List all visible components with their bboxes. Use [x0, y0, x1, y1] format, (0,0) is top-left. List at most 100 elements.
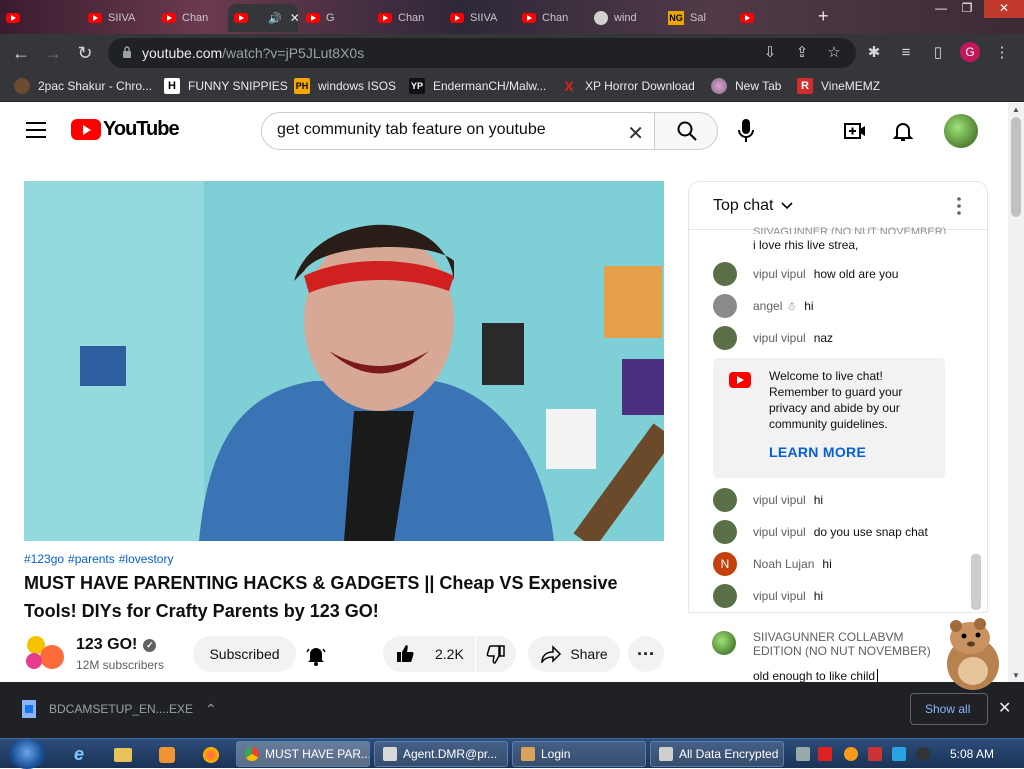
browser-tab[interactable]: wind	[588, 4, 660, 32]
thumbs-down-icon	[486, 645, 505, 664]
search-input[interactable]	[277, 121, 617, 139]
tray-search-icon[interactable]	[844, 747, 858, 761]
chat-options-icon[interactable]	[957, 196, 961, 216]
chat-message: vipul vipul naz	[713, 326, 833, 350]
browser-tab[interactable]: Chan	[372, 4, 444, 32]
chat-message-input[interactable]: old enough to like child	[753, 669, 879, 683]
notifications-bell-icon[interactable]	[891, 119, 915, 143]
subscribed-button[interactable]: Subscribed	[193, 636, 296, 672]
browser-tab[interactable]: Chan	[516, 4, 588, 32]
chevron-down-icon[interactable]	[781, 199, 793, 211]
browser-tab[interactable]: SIIVA	[444, 4, 516, 32]
account-avatar[interactable]	[944, 114, 978, 148]
channel-name[interactable]: 123 GO!	[76, 636, 137, 654]
bookmark-funny-snippies[interactable]: H FUNNY SNIPPIES	[164, 78, 288, 94]
browser-tab-active[interactable]: 🔊 ✕	[228, 4, 298, 32]
tray-app-icon[interactable]	[796, 747, 810, 761]
install-app-icon[interactable]: ⇩	[760, 43, 780, 63]
minimize-window-icon[interactable]: —	[928, 0, 954, 18]
reload-icon[interactable]: ↻	[74, 42, 96, 64]
chat-author-avatar[interactable]	[713, 326, 737, 350]
clear-search-icon[interactable]: ✕	[627, 121, 644, 146]
restore-window-icon[interactable]: ❐	[954, 0, 980, 18]
chat-message: vipul vipul hi	[713, 488, 823, 512]
tray-network-icon[interactable]	[892, 747, 906, 761]
bookmark-star-icon[interactable]: ☆	[824, 43, 844, 63]
share-page-icon[interactable]: ⇪	[792, 43, 812, 63]
dislike-button[interactable]	[476, 636, 516, 672]
chat-author-avatar[interactable]: N	[713, 552, 737, 576]
chat-author-avatar[interactable]	[713, 520, 737, 544]
notification-bell-filled-icon[interactable]	[304, 643, 328, 667]
internet-explorer-icon[interactable]: e	[60, 742, 98, 767]
learn-more-link[interactable]: LEARN MORE	[769, 444, 866, 460]
page-scrollbar[interactable]: ▲ ▼	[1008, 103, 1024, 682]
download-options-chevron-icon[interactable]: ⌃	[205, 701, 217, 718]
taskbar-window-agent[interactable]: Agent.DMR@pr...	[374, 741, 508, 767]
start-button[interactable]	[8, 739, 46, 769]
like-button[interactable]: 2.2K	[383, 636, 475, 672]
bookmarks-bar: 2pac Shakur - Chro... H FUNNY SNIPPIES PH…	[0, 72, 1024, 102]
hashtag-link[interactable]: #parents	[68, 552, 115, 566]
top-chat-dropdown[interactable]: Top chat	[713, 197, 773, 215]
share-button[interactable]: Share	[528, 636, 620, 672]
address-bar[interactable]: youtube.com/watch?v=jP5JLut8X0s	[108, 38, 856, 68]
close-tab-icon[interactable]: ✕	[290, 11, 298, 25]
chat-author-avatar[interactable]	[713, 262, 737, 286]
download-item[interactable]: BDCAMSETUP_EN....EXE	[49, 702, 193, 716]
media-controls-icon[interactable]: ≡	[896, 43, 916, 63]
chat-scrollbar[interactable]	[971, 554, 981, 610]
file-explorer-icon[interactable]	[104, 742, 142, 767]
bookmark-windows-isos[interactable]: PH windows ISOS	[294, 78, 396, 94]
page-scroll-thumb[interactable]	[1011, 117, 1021, 217]
browser-menu-icon[interactable]: ⋮	[992, 43, 1012, 63]
media-player-icon[interactable]	[148, 742, 186, 767]
bookmark-endermanch[interactable]: YP EndermanCH/Malw...	[409, 78, 546, 94]
close-window-icon[interactable]: ✕	[984, 0, 1024, 18]
show-all-downloads-button[interactable]: Show all	[910, 693, 988, 725]
create-video-icon[interactable]	[843, 119, 867, 143]
search-button[interactable]	[654, 112, 718, 150]
taskbar-window-encrypted[interactable]: All Data Encrypted	[650, 741, 784, 767]
hashtag-link[interactable]: #123go	[24, 552, 64, 566]
speaker-icon[interactable]: 🔊	[268, 12, 282, 25]
taskbar-window-chrome[interactable]: MUST HAVE PAR...	[236, 741, 370, 767]
window-app-icon	[659, 747, 673, 761]
bookmark-vinememz[interactable]: R VineMEMZ	[797, 78, 880, 94]
bookmark-xp-horror[interactable]: X XP Horror Download	[561, 78, 695, 94]
system-clock[interactable]: 5:08 AM	[950, 747, 994, 761]
forward-arrow-icon[interactable]: →	[42, 42, 64, 64]
chat-author-avatar[interactable]	[713, 294, 737, 318]
more-actions-icon[interactable]: ···	[628, 636, 664, 672]
menu-hamburger-icon[interactable]	[26, 122, 46, 138]
browser-tab[interactable]	[734, 4, 806, 32]
tray-v-icon[interactable]	[818, 747, 832, 761]
paint-icon[interactable]	[192, 742, 230, 767]
channel-avatar[interactable]	[24, 635, 64, 671]
browser-tab[interactable]: NG Sal	[662, 4, 734, 32]
browser-tab[interactable]: SIIVA	[82, 4, 154, 32]
tray-volume-icon[interactable]	[916, 747, 930, 761]
welcome-text: Welcome to live chat! Remember to guard …	[769, 369, 903, 431]
new-tab-plus-icon[interactable]: +	[818, 6, 829, 27]
youtube-logo[interactable]: YouTube	[71, 118, 180, 141]
tray-flag-icon[interactable]	[868, 747, 882, 761]
browser-tab[interactable]: Chan	[156, 4, 228, 32]
microphone-icon[interactable]	[733, 117, 759, 145]
browser-tab[interactable]	[0, 4, 72, 32]
chat-author-avatar[interactable]	[713, 584, 737, 608]
extensions-puzzle-icon[interactable]: ✱	[864, 43, 884, 63]
scroll-up-icon[interactable]: ▲	[1012, 105, 1020, 114]
video-player[interactable]	[24, 181, 664, 541]
profile-avatar[interactable]: G	[960, 42, 980, 62]
browser-tab[interactable]: G	[300, 4, 372, 32]
hashtag-link[interactable]: #lovestory	[119, 552, 174, 566]
back-arrow-icon[interactable]: ←	[10, 42, 32, 64]
side-panel-icon[interactable]: ▯	[928, 43, 948, 63]
taskbar-window-login[interactable]: Login	[512, 741, 646, 767]
bookmark-new-tab[interactable]: New Tab	[711, 78, 781, 94]
chat-author-avatar[interactable]	[713, 488, 737, 512]
close-downloads-bar-icon[interactable]: ✕	[998, 698, 1011, 718]
bookmark-2pac[interactable]: 2pac Shakur - Chro...	[14, 78, 152, 94]
scroll-down-icon[interactable]: ▼	[1012, 671, 1020, 680]
